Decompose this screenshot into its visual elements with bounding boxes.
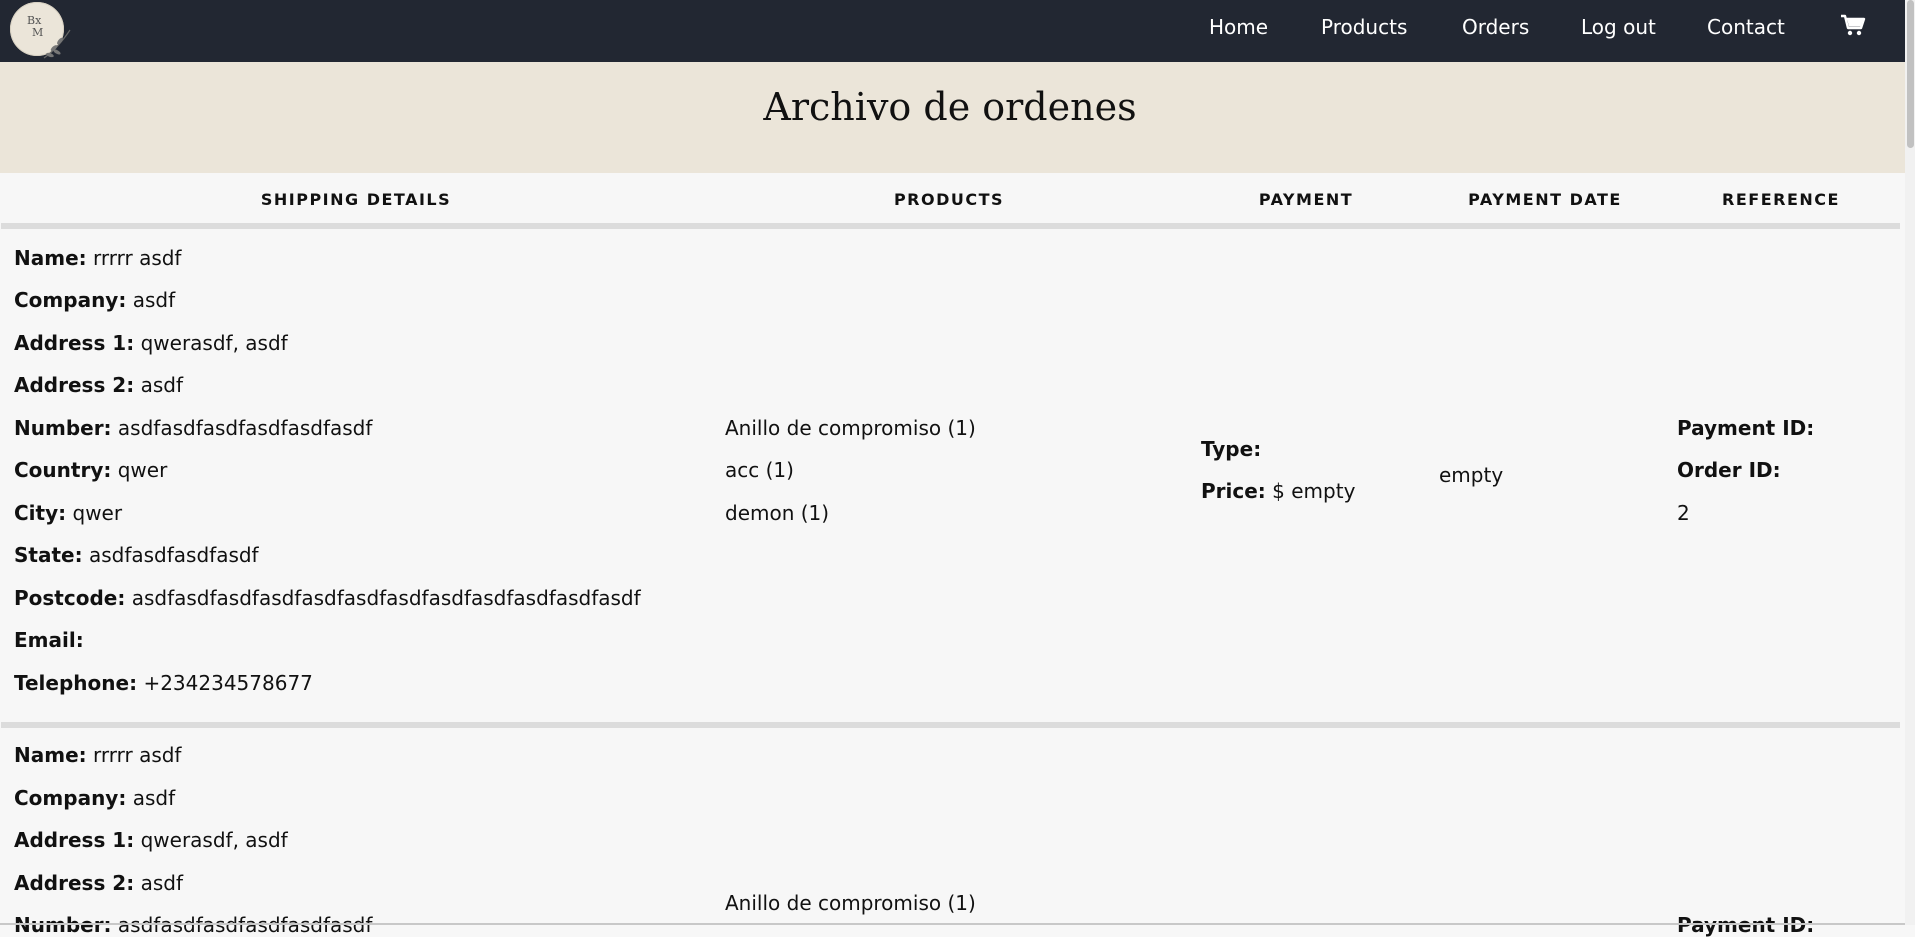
payment-date-value: empty (1439, 463, 1504, 487)
shipping-number: Number: asdfasdfasdfasdfasdfasdf (14, 416, 373, 440)
shipping-telephone: Telephone: +234234578677 (14, 671, 313, 695)
column-header-products: PRODUCTS (893, 190, 1005, 209)
payment-id-label: Payment ID: (1677, 913, 1815, 937)
shipping-name: Name: rrrrr asdf (14, 246, 182, 270)
top-navbar: Bx M Home Products Orders Log out Contac… (0, 0, 1905, 62)
table-row: Name: rrrrr asdf Company: asdf Address 1… (1, 229, 1900, 728)
payment-type: Type: (1201, 437, 1262, 461)
payment-price: Price: $ empty (1201, 479, 1356, 503)
column-header-payment: PAYMENT (1258, 190, 1354, 209)
nav-contact-link[interactable]: Contact (1707, 15, 1785, 39)
shipping-country: Country: qwer (14, 458, 168, 482)
nav-home-link[interactable]: Home (1209, 15, 1268, 39)
shipping-name: Name: rrrrr asdf (14, 743, 182, 767)
shipping-company: Company: asdf (14, 786, 176, 810)
page-title: Archivo de ordenes (763, 85, 1137, 129)
shopping-cart-icon[interactable] (1840, 13, 1866, 37)
shipping-address1: Address 1: qwerasdf, asdf (14, 331, 288, 355)
table-header-row: SHIPPING DETAILS PRODUCTS PAYMENT PAYMEN… (1, 177, 1900, 229)
column-header-payment-date: PAYMENT DATE (1468, 190, 1622, 209)
nav-logout-link[interactable]: Log out (1581, 15, 1656, 39)
product-item: acc (1) (725, 458, 794, 482)
payment-id-label: Payment ID: (1677, 416, 1815, 440)
brand-logo[interactable]: Bx M (10, 2, 71, 59)
page-title-band: Archivo de ordenes (0, 62, 1905, 173)
shipping-email: Email: (14, 628, 84, 652)
table-row: Name: rrrrr asdf Company: asdf Address 1… (1, 728, 1900, 937)
shipping-postcode: Postcode: asdfasdfasdfasdfasdfasdfasdfas… (14, 586, 641, 610)
shipping-company: Company: asdf (14, 288, 176, 312)
shipping-city: City: qwer (14, 501, 123, 525)
order-id-value: 2 (1677, 501, 1690, 525)
nav-orders-link[interactable]: Orders (1462, 15, 1529, 39)
column-header-shipping: SHIPPING DETAILS (260, 190, 452, 209)
vertical-scrollbar-thumb[interactable] (1907, 0, 1914, 148)
shipping-state: State: asdfasdfasdfasdf (14, 543, 259, 567)
shipping-number: Number: asdfasdfasdfasdfasdfasdf (14, 913, 373, 937)
shipping-address1: Address 1: qwerasdf, asdf (14, 828, 288, 852)
column-header-reference: REFERENCE (1722, 190, 1840, 209)
shipping-address2: Address 2: asdf (14, 871, 184, 895)
nav-products-link[interactable]: Products (1321, 15, 1407, 39)
product-item: Anillo de compromiso (1) (725, 416, 976, 440)
order-id-label: Order ID: (1677, 458, 1781, 482)
leaf-sprig-icon (43, 29, 71, 59)
shipping-address2: Address 2: asdf (14, 373, 184, 397)
product-item: Anillo de compromiso (1) (725, 891, 976, 915)
product-item: demon (1) (725, 501, 830, 525)
